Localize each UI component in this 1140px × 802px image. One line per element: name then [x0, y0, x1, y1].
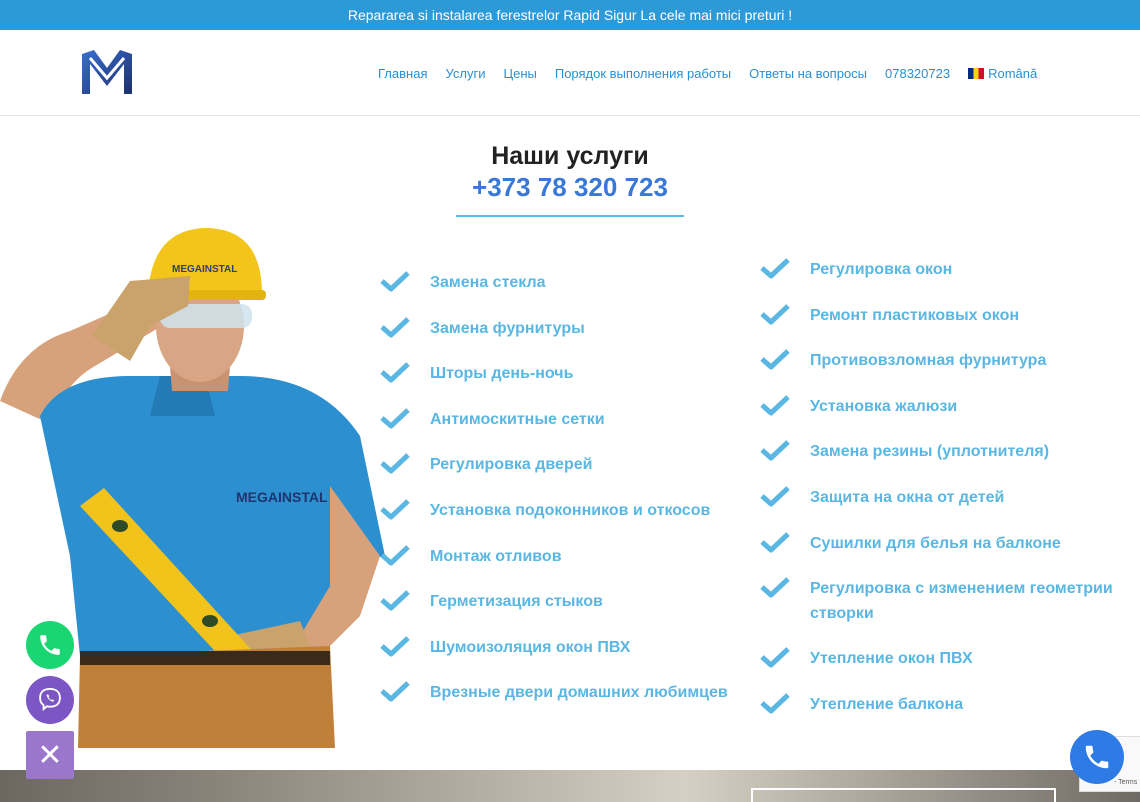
list-item: Защита на окна от детей [760, 473, 1140, 519]
announcement-text: Repararea si instalarea ferestrelor Rapi… [347, 7, 793, 23]
viber-button[interactable] [26, 676, 74, 724]
list-item: Замена стекла [380, 258, 765, 304]
check-icon [760, 303, 790, 325]
list-item: Замена фурнитуры [380, 304, 765, 350]
list-item: Ремонт пластиковых окон [760, 291, 1140, 337]
list-item: Утепление балкона [760, 680, 1140, 726]
section-phone-link[interactable]: +373 78 320 723 [0, 172, 1140, 203]
check-icon [760, 440, 790, 461]
list-item: Антимоскитные сетки [380, 395, 765, 441]
check-icon [380, 681, 410, 702]
check-icon [760, 394, 790, 416]
list-item: Регулировка окон [760, 245, 1140, 291]
check-icon [760, 349, 790, 370]
viber-icon [39, 687, 61, 712]
nav-item-prices[interactable]: Цены [503, 66, 536, 81]
check-icon [380, 271, 410, 292]
language-label: Română [988, 65, 1038, 81]
phone-icon [40, 635, 60, 655]
worker-illustration: MEGAINSTAL MEGAINSTAL [0, 228, 385, 748]
close-widgets-button[interactable]: ✕ [26, 731, 74, 779]
nav-item-services[interactable]: Услуги [445, 66, 485, 81]
nav-item-phone[interactable]: 078320723 [885, 66, 950, 81]
list-item: Установка жалюзи [760, 382, 1140, 428]
list-item: Врезные двери домашних любимцев [380, 668, 765, 714]
nav-item-faq[interactable]: Ответы на вопросы [749, 66, 867, 81]
main-nav: Главная Услуги Цены Порядок выполнения р… [378, 30, 1037, 116]
check-icon [760, 486, 790, 507]
check-icon [380, 590, 410, 611]
site-header: Главная Услуги Цены Порядок выполнения р… [0, 30, 1140, 116]
recaptcha-terms: - Terms [1114, 779, 1138, 786]
check-icon [760, 531, 790, 553]
check-icon [380, 362, 410, 383]
check-icon [380, 635, 410, 657]
list-item: Монтаж отливов [380, 532, 765, 578]
check-icon [380, 407, 410, 429]
shirt-brand-text: MEGAINSTAL [236, 489, 328, 505]
check-icon [760, 692, 790, 714]
phone-icon [1085, 745, 1109, 769]
check-icon [380, 316, 410, 338]
nav-item-language[interactable]: Română [968, 66, 1037, 81]
top-announcement-bar: Repararea si instalarea ferestrelor Rapi… [0, 0, 1140, 30]
services-list-right: Регулировка окон Ремонт пластиковых окон… [760, 245, 1140, 725]
check-icon [760, 647, 790, 668]
list-item: Герметизация стыков [380, 577, 765, 623]
nav-item-home[interactable]: Главная [378, 66, 427, 81]
nav-item-work-order[interactable]: Порядок выполнения работы [555, 66, 731, 81]
logo-icon[interactable] [78, 46, 136, 98]
list-item: Регулировка с изменением геометрии створ… [760, 564, 1140, 634]
list-item: Противовзломная фурнитура [760, 336, 1140, 382]
title-divider [456, 215, 684, 217]
list-item: Сушилки для белья на балконе [760, 519, 1140, 565]
check-icon [380, 544, 410, 566]
next-section-frame [751, 788, 1056, 802]
list-item: Шумоизоляция окон ПВХ [380, 623, 765, 669]
section-title: Наши услуги [491, 142, 649, 170]
list-item: Шторы день-ночь [380, 349, 765, 395]
close-icon: ✕ [37, 738, 63, 772]
list-item: Установка подоконников и откосов [380, 486, 765, 532]
helmet-brand-text: MEGAINSTAL [172, 264, 237, 275]
check-icon [380, 499, 410, 520]
list-item: Замена резины (уплотнителя) [760, 427, 1140, 473]
call-now-button[interactable] [1070, 730, 1124, 784]
list-item: Утепление окон ПВХ [760, 634, 1140, 680]
check-icon [380, 453, 410, 474]
romania-flag-icon [968, 67, 985, 79]
services-list-left: Замена стекла Замена фурнитуры Шторы ден… [380, 258, 765, 714]
check-icon [760, 577, 790, 598]
check-icon [760, 258, 790, 279]
list-item: Регулировка дверей [380, 440, 765, 486]
whatsapp-call-button[interactable] [26, 621, 74, 669]
